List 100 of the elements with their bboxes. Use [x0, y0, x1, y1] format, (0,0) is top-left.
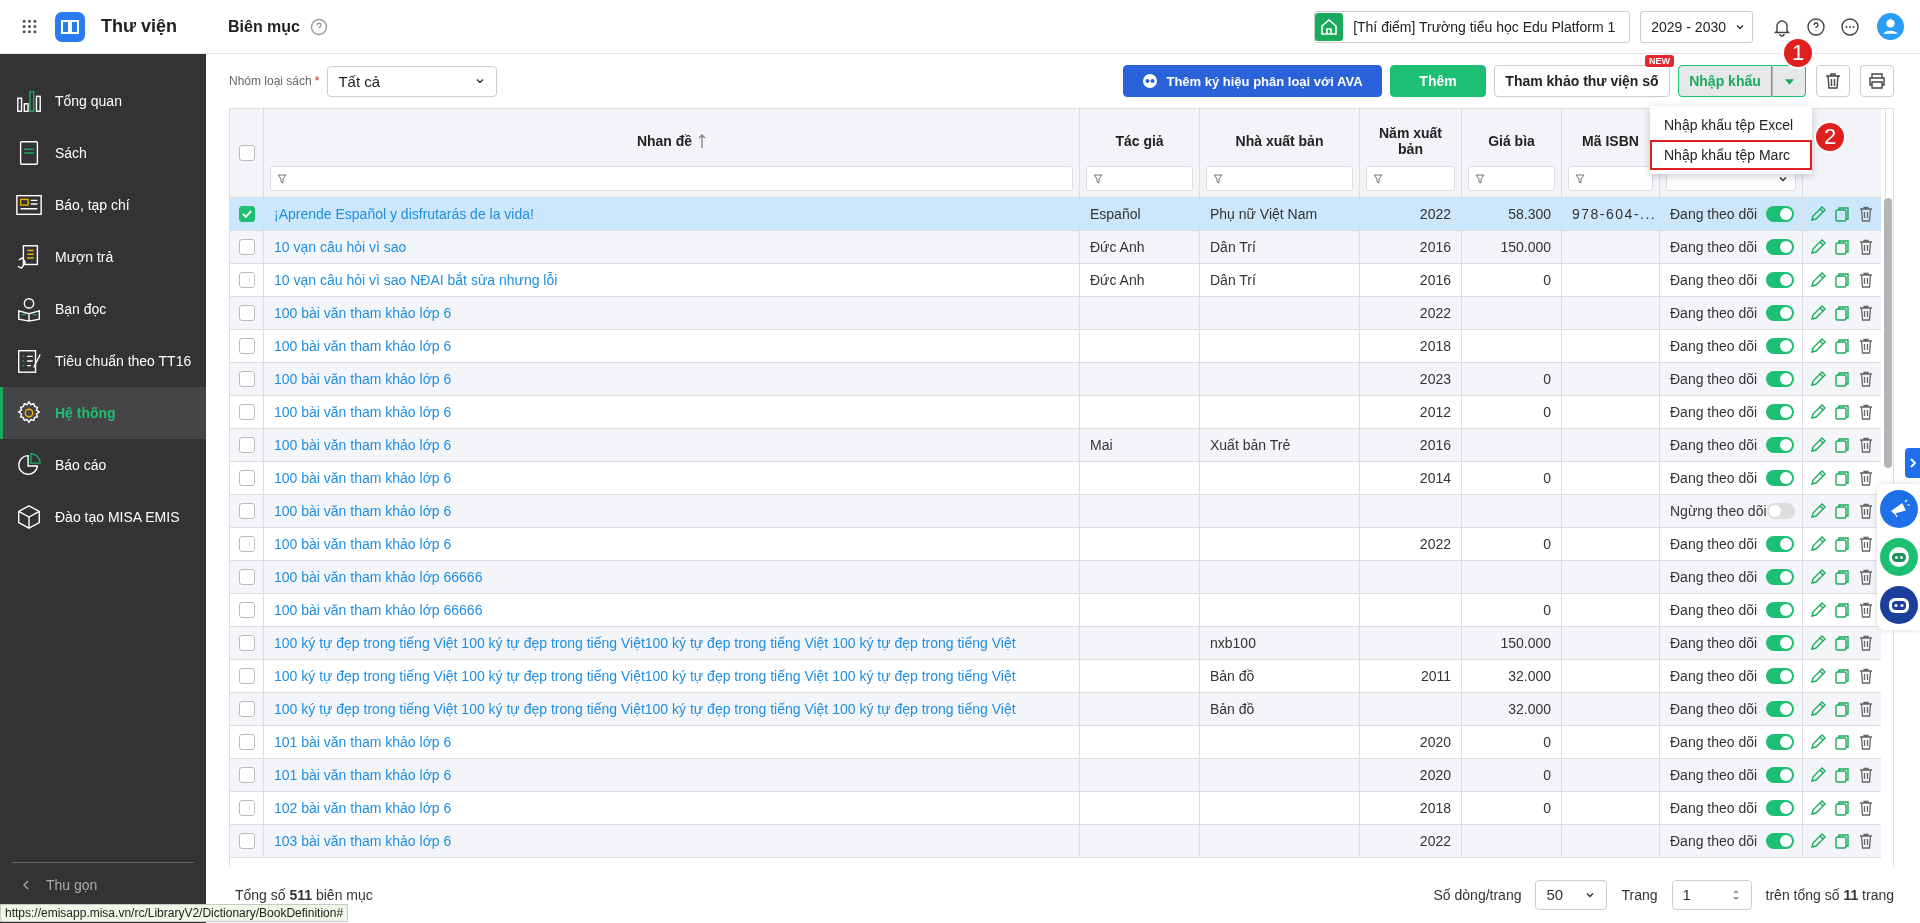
robot-button[interactable]	[1879, 586, 1918, 624]
copy-icon[interactable]	[1833, 205, 1851, 223]
column-header[interactable]: Tác giả	[1115, 132, 1164, 149]
trash-icon[interactable]	[1857, 733, 1875, 751]
copy-icon[interactable]	[1833, 766, 1851, 784]
sidebar-item[interactable]: Hệ thống	[0, 387, 206, 439]
follow-toggle[interactable]	[1766, 602, 1794, 618]
book-title-link[interactable]: 100 ký tự đẹp trong tiếng Việt 100 ký tự đẹp trong tiếng Việt100 ký tự đẹp trong tiếng Việt 100 ký tự đẹp trong tiếng Việt	[274, 635, 1016, 651]
ava-button[interactable]: Thêm ký hiệu phân loại với AVA	[1123, 65, 1382, 97]
trash-icon[interactable]	[1857, 502, 1875, 520]
book-title-link[interactable]: 100 bài văn tham khảo lớp 6	[274, 503, 452, 519]
avatar-icon[interactable]	[1877, 13, 1904, 40]
book-title-link[interactable]: 103 bài văn tham khảo lớp 6	[274, 833, 452, 849]
school-selector[interactable]: [Thí điểm] Trường tiểu học Edu Platform 1	[1314, 10, 1631, 43]
year-select[interactable]: 2029 - 2030	[1640, 10, 1753, 43]
sidebar-item[interactable]: Báo cáo	[0, 439, 206, 491]
book-title-link[interactable]: 100 bài văn tham khảo lớp 66666	[274, 602, 483, 618]
column-header[interactable]: Giá bìa	[1488, 132, 1535, 149]
sidebar-item[interactable]: Tổng quan	[0, 75, 206, 127]
follow-toggle[interactable]	[1766, 635, 1794, 651]
follow-toggle[interactable]	[1766, 734, 1794, 750]
row-checkbox[interactable]	[238, 668, 255, 684]
follow-toggle[interactable]	[1766, 503, 1795, 519]
select-all-checkbox[interactable]	[238, 145, 255, 161]
follow-toggle[interactable]	[1766, 338, 1794, 354]
book-title-link[interactable]: 10 vạn câu hỏi vì sao	[274, 239, 407, 255]
book-title-link[interactable]: 100 bài văn tham khảo lớp 6	[274, 371, 452, 387]
print-button[interactable]	[1860, 65, 1894, 97]
trash-icon[interactable]	[1857, 535, 1875, 553]
trash-icon[interactable]	[1857, 568, 1875, 586]
edit-icon[interactable]	[1809, 832, 1827, 850]
menu-item[interactable]: Nhập khẩu tệp Excel	[1650, 110, 1812, 140]
row-checkbox[interactable]	[238, 734, 255, 750]
row-checkbox[interactable]	[238, 437, 255, 453]
edit-icon[interactable]	[1809, 469, 1827, 487]
sidebar-item[interactable]: Báo, tạp chí	[0, 179, 206, 231]
row-checkbox[interactable]	[238, 206, 255, 222]
row-checkbox[interactable]	[238, 239, 255, 255]
copy-icon[interactable]	[1833, 238, 1851, 256]
follow-toggle[interactable]	[1766, 833, 1794, 849]
category-select[interactable]: Tất cả	[327, 65, 498, 97]
import-dropdown-button[interactable]	[1772, 65, 1806, 97]
help-icon[interactable]	[1806, 16, 1826, 37]
row-checkbox[interactable]	[238, 800, 255, 816]
book-title-link[interactable]: 10 vạn câu hỏi vì sao NĐAI bắt sửa nhưng lỗi	[274, 272, 558, 288]
book-title-link[interactable]: 100 bài văn tham khảo lớp 6	[274, 470, 452, 486]
filter-field[interactable]	[1366, 166, 1455, 191]
follow-toggle[interactable]	[1766, 536, 1794, 552]
book-title-link[interactable]: 100 bài văn tham khảo lớp 6	[274, 437, 452, 453]
copy-icon[interactable]	[1833, 601, 1851, 619]
menu-item[interactable]: Nhập khẩu tệp Marc	[1650, 140, 1812, 170]
book-title-link[interactable]: 100 bài văn tham khảo lớp 66666	[274, 569, 483, 585]
trash-icon[interactable]	[1857, 469, 1875, 487]
trash-icon[interactable]	[1857, 238, 1875, 256]
sort-up-icon[interactable]	[698, 132, 707, 149]
row-checkbox[interactable]	[238, 272, 255, 288]
copy-icon[interactable]	[1833, 502, 1851, 520]
trash-icon[interactable]	[1857, 403, 1875, 421]
edit-icon[interactable]	[1809, 733, 1827, 751]
copy-icon[interactable]	[1833, 271, 1851, 289]
row-checkbox[interactable]	[238, 305, 255, 321]
filter-field[interactable]	[1086, 166, 1193, 191]
row-checkbox[interactable]	[238, 536, 255, 552]
copy-icon[interactable]	[1833, 370, 1851, 388]
trash-icon[interactable]	[1857, 832, 1875, 850]
filter-field[interactable]	[1206, 166, 1353, 191]
copy-icon[interactable]	[1833, 436, 1851, 454]
copy-icon[interactable]	[1833, 469, 1851, 487]
sidebar-item[interactable]: Mượn trả	[0, 231, 206, 283]
follow-toggle[interactable]	[1766, 800, 1794, 816]
trash-icon[interactable]	[1857, 304, 1875, 322]
edit-icon[interactable]	[1809, 667, 1827, 685]
book-title-link[interactable]: 101 bài văn tham khảo lớp 6	[274, 734, 452, 750]
trash-icon[interactable]	[1857, 271, 1875, 289]
copy-icon[interactable]	[1833, 634, 1851, 652]
copy-icon[interactable]	[1833, 337, 1851, 355]
page-size-select[interactable]: 50	[1535, 879, 1608, 910]
scrollbar-thumb[interactable]	[1884, 198, 1892, 468]
edit-icon[interactable]	[1809, 634, 1827, 652]
apps-icon[interactable]	[22, 19, 37, 34]
edit-icon[interactable]	[1809, 799, 1827, 817]
book-title-link[interactable]: 100 bài văn tham khảo lớp 6	[274, 536, 452, 552]
edit-icon[interactable]	[1809, 436, 1827, 454]
follow-toggle[interactable]	[1766, 569, 1794, 585]
trash-icon[interactable]	[1857, 370, 1875, 388]
follow-toggle[interactable]	[1766, 305, 1794, 321]
edit-icon[interactable]	[1809, 370, 1827, 388]
trash-icon[interactable]	[1857, 337, 1875, 355]
trash-icon[interactable]	[1857, 601, 1875, 619]
column-header[interactable]: Năm xuất bản	[1373, 124, 1448, 157]
book-title-link[interactable]: 100 ký tự đẹp trong tiếng Việt 100 ký tự đẹp trong tiếng Việt100 ký tự đẹp trong tiếng Việt 100 ký tự đẹp trong tiếng Việt	[274, 668, 1016, 684]
follow-toggle[interactable]	[1766, 437, 1794, 453]
follow-toggle[interactable]	[1766, 668, 1794, 684]
trash-icon[interactable]	[1857, 205, 1875, 223]
row-checkbox[interactable]	[238, 569, 255, 585]
follow-toggle[interactable]	[1766, 206, 1794, 222]
edit-icon[interactable]	[1809, 601, 1827, 619]
expand-tab[interactable]	[1905, 448, 1920, 478]
book-title-link[interactable]: 101 bài văn tham khảo lớp 6	[274, 767, 452, 783]
follow-toggle[interactable]	[1766, 371, 1794, 387]
